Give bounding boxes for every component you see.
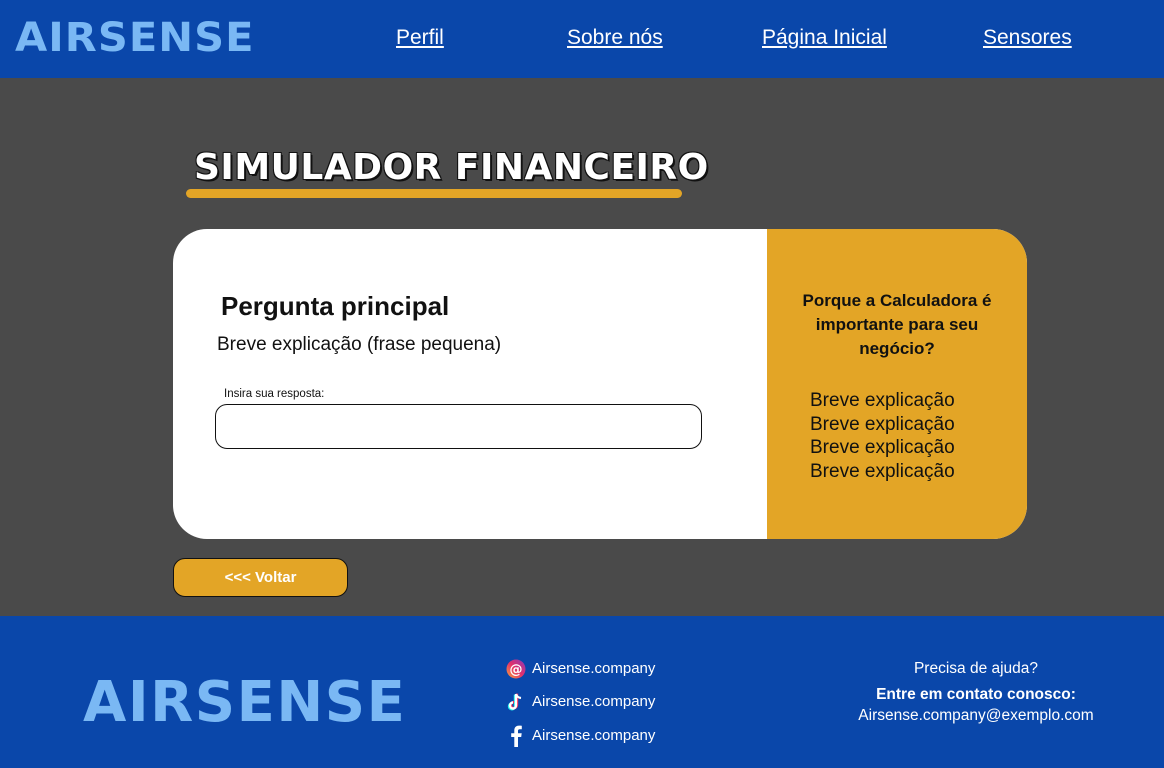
social-label: Airsense.company <box>532 727 656 744</box>
top-navbar: AIRSENSE Perfil Sobre nós Página Inicial… <box>0 0 1164 78</box>
info-panel: Porque a Calculadora é importante para s… <box>767 229 1027 539</box>
info-heading: Porque a Calculadora é importante para s… <box>802 291 992 358</box>
info-list-item: Breve explicação <box>810 437 955 458</box>
title-underline <box>186 189 682 198</box>
answer-input[interactable] <box>215 404 702 449</box>
nav-link-pagina-inicial[interactable]: Página Inicial <box>762 25 887 51</box>
social-label: Airsense.company <box>532 693 656 710</box>
social-threads[interactable]: @ Airsense.company <box>506 658 655 680</box>
facebook-icon <box>506 725 526 747</box>
nav-link-sobre-nos[interactable]: Sobre nós <box>567 25 663 51</box>
question-description: Breve explicação (frase pequena) <box>217 334 502 355</box>
simulator-card: Pergunta principal Breve explicação (fra… <box>173 229 1027 539</box>
tiktok-icon <box>506 691 526 713</box>
threads-icon: @ <box>506 658 526 680</box>
nav-link-perfil[interactable]: Perfil <box>396 25 444 51</box>
footer: AIRSENSE @ Airsense.company Airsense.com… <box>0 616 1164 768</box>
info-list-item: Breve explicação <box>810 390 955 411</box>
help-email[interactable]: Airsense.company@exemplo.com <box>830 706 1122 726</box>
social-label: Airsense.company <box>532 660 656 677</box>
svg-text:@: @ <box>510 663 523 678</box>
info-list: Breve explicação Breve explicação Breve … <box>810 389 955 483</box>
answer-label: Insira sua resposta: <box>224 388 325 400</box>
info-list-item: Breve explicação <box>810 460 955 482</box>
social-tiktok[interactable]: Airsense.company <box>506 691 655 713</box>
nav-link-sensores[interactable]: Sensores <box>983 25 1072 51</box>
social-facebook[interactable]: Airsense.company <box>506 725 655 747</box>
airsense-logo[interactable]: AIRSENSE <box>15 14 255 62</box>
footer-logo: AIRSENSE <box>83 670 407 735</box>
back-button[interactable]: <<< Voltar <box>173 558 348 597</box>
help-question: Precisa de ajuda? <box>913 660 1039 677</box>
info-list-item: Breve explicação <box>810 413 955 435</box>
help-contact: Entre em contato conosco: <box>876 686 1076 703</box>
question-heading: Pergunta principal <box>221 291 450 321</box>
page-title: SIMULADOR FINANCEIRO <box>194 147 709 188</box>
